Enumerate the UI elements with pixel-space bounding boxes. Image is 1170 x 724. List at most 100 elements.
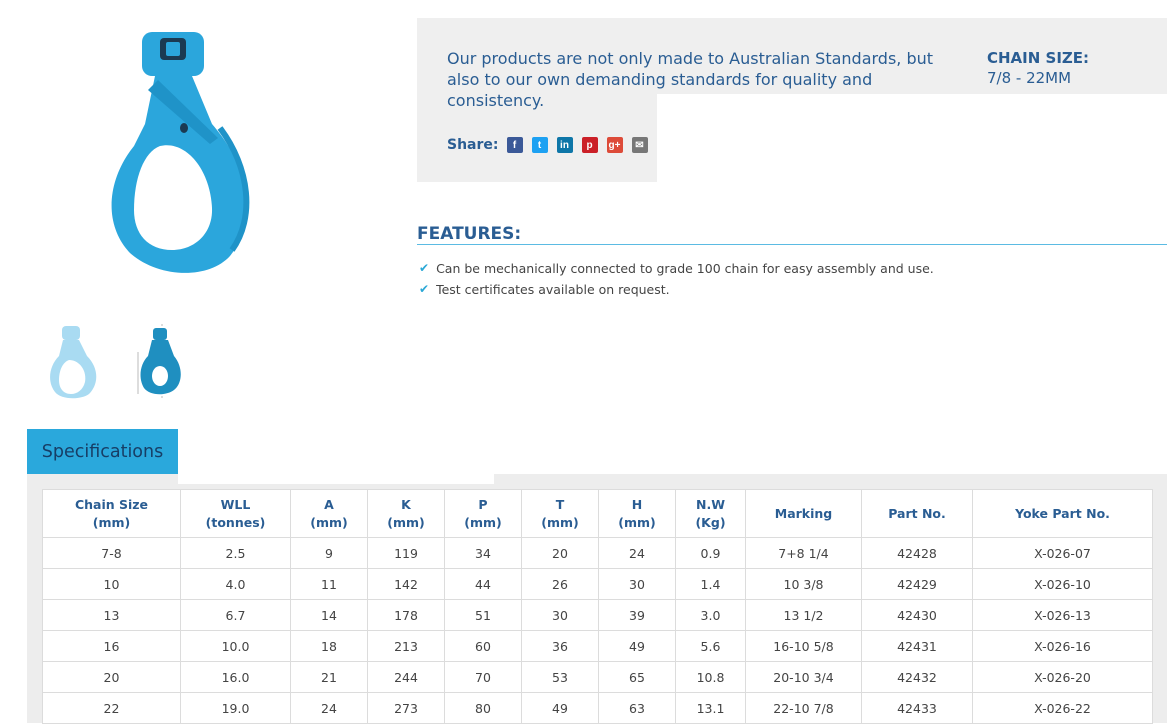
table-cell: 7-8 [42,537,181,569]
table-cell: 60 [444,630,522,662]
column-header: Marking [745,489,862,538]
table-cell: 42430 [861,599,973,631]
table-cell: 213 [367,630,445,662]
table-cell: 13 1/2 [745,599,862,631]
table-cell: 51 [444,599,522,631]
table-cell: 49 [521,692,599,724]
table-cell: 273 [367,692,445,724]
table-cell: 24 [598,537,676,569]
features-divider [417,244,1167,245]
table-cell: 65 [598,661,676,693]
table-cell: 0.9 [675,537,746,569]
feature-item: ✔ Test certificates available on request… [419,279,934,300]
table-cell: 10 [42,568,181,600]
table-cell: 16 [42,630,181,662]
column-header: T (mm) [521,489,599,538]
table-cell: 20 [521,537,599,569]
twitter-icon[interactable]: t [531,137,548,153]
table-row: 10 4.0 11 142 44 26 30 1.4 10 3/8 42429 X-026-10 [42,568,1153,600]
table-row: 7-8 2.5 9 119 34 20 24 0.9 7+8 1/4 42428 X-026-07 [42,537,1153,569]
chain-size-label: CHAIN SIZE: [987,49,1090,67]
table-cell: 5.6 [675,630,746,662]
table-cell: 7+8 1/4 [745,537,862,569]
table-cell: 9 [290,537,368,569]
features-title: FEATURES: [417,224,522,244]
table-cell: 21 [290,661,368,693]
table-cell: 244 [367,661,445,693]
table-cell: 18 [290,630,368,662]
google-plus-icon[interactable]: g+ [606,137,623,153]
table-row: 16 10.0 18 213 60 36 49 5.6 16-10 5/8 42431 X-026-… [42,630,1153,662]
table-cell: 20 [42,661,181,693]
table-cell: 30 [521,599,599,631]
share-label: Share: [447,137,499,153]
column-header: Part No. [861,489,973,538]
product-thumbnail-2[interactable] [134,322,184,402]
table-cell: 63 [598,692,676,724]
intro-text: Our products are not only made to Austra… [447,49,934,110]
table-cell: X-026-16 [972,630,1153,662]
table-cell: 16-10 5/8 [745,630,862,662]
table-cell: 13 [42,599,181,631]
tab-specifications[interactable]: Specifications [27,429,178,474]
table-cell: 10.8 [675,661,746,693]
table-cell: X-026-10 [972,568,1153,600]
table-cell: 142 [367,568,445,600]
table-cell: 49 [598,630,676,662]
table-row: 20 16.0 21 244 70 53 65 10.8 20-10 3/4 42432 X-026… [42,661,1153,693]
features-list: ✔ Can be mechanically connected to grade… [419,258,934,300]
table-cell: 26 [521,568,599,600]
table-cell: 42429 [861,568,973,600]
table-cell: 19.0 [180,692,291,724]
table-cell: 1.4 [675,568,746,600]
table-cell: 10.0 [180,630,291,662]
table-cell: 20-10 3/4 [745,661,862,693]
table-cell: 178 [367,599,445,631]
column-header: P (mm) [444,489,522,538]
facebook-icon[interactable]: f [506,137,523,153]
table-header-row: Chain Size (mm) WLL (tonnes) A (mm) K (m… [42,489,1153,538]
table-cell: 16.0 [180,661,291,693]
product-main-image[interactable] [100,28,270,278]
product-thumbnail-1[interactable] [47,322,97,402]
table-cell: 14 [290,599,368,631]
table-cell: X-026-07 [972,537,1153,569]
tab-bar-spacer [178,420,494,484]
column-header: K (mm) [367,489,445,538]
table-cell: 2.5 [180,537,291,569]
check-icon: ✔ [419,261,430,275]
table-cell: 13.1 [675,692,746,724]
email-icon[interactable]: ✉ [631,137,648,153]
chain-size-value: 7/8 - 22MM [987,69,1072,87]
table-row: 22 19.0 24 273 80 49 63 13.1 22-10 7/8 42433 X-026… [42,692,1153,724]
column-header: A (mm) [290,489,368,538]
table-cell: 22-10 7/8 [745,692,862,724]
table-cell: 11 [290,568,368,600]
share-bar: Share: f t in p g+ ✉ [447,137,657,153]
table-cell: 42432 [861,661,973,693]
feature-text: Can be mechanically connected to grade 1… [436,261,934,276]
table-cell: X-026-22 [972,692,1153,724]
linkedin-icon[interactable]: in [556,137,573,153]
table-cell: 36 [521,630,599,662]
pinterest-icon[interactable]: p [581,137,598,153]
table-cell: 24 [290,692,368,724]
table-cell: 22 [42,692,181,724]
table-cell: 39 [598,599,676,631]
column-header: Yoke Part No. [972,489,1153,538]
check-icon: ✔ [419,282,430,296]
table-cell: X-026-13 [972,599,1153,631]
table-cell: 42433 [861,692,973,724]
feature-item: ✔ Can be mechanically connected to grade… [419,258,934,279]
table-cell: 34 [444,537,522,569]
table-cell: X-026-20 [972,661,1153,693]
table-cell: 3.0 [675,599,746,631]
feature-text: Test certificates available on request. [436,282,670,297]
table-body: 7-8 2.5 9 119 34 20 24 0.9 7+8 1/4 42428 X-026-07 1… [42,537,1153,724]
column-header: WLL (tonnes) [180,489,291,538]
table-cell: 4.0 [180,568,291,600]
table-cell: 44 [444,568,522,600]
specifications-table: Chain Size (mm) WLL (tonnes) A (mm) K (m… [42,489,1153,724]
table-cell: 10 3/8 [745,568,862,600]
column-header: H (mm) [598,489,676,538]
